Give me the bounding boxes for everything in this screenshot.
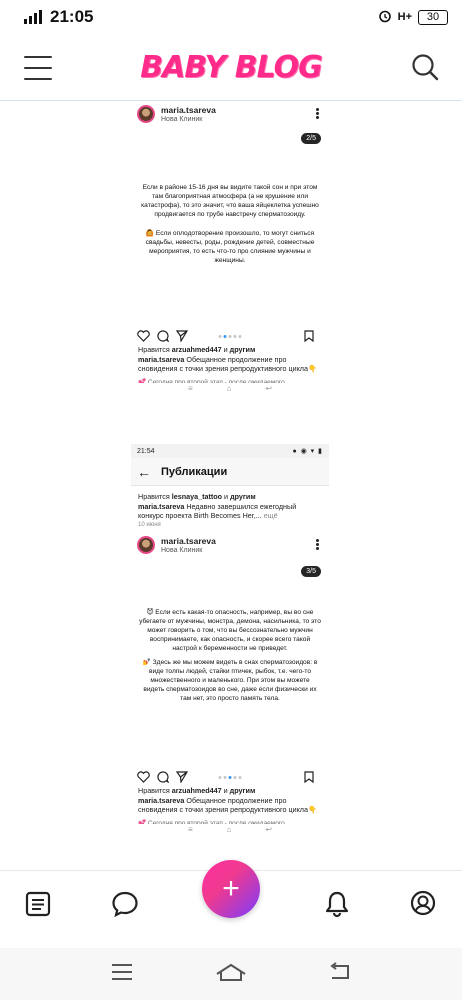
chat-button[interactable] [110,889,140,919]
more-options-icon[interactable] [316,108,319,119]
liker-username[interactable]: arzuahmed447 [172,786,222,795]
menu-lines-icon [112,963,133,980]
profile-icon [410,890,436,916]
app-logo: BABY BLOG [140,49,323,85]
embedded-screenshot-2: 21:54 ● ◉ ▾ ▮ ← Публикации Нравится lesn… [131,444,329,870]
app-header: BABY BLOG [0,34,462,100]
prev-post-date: 10 июня [138,521,161,528]
post-location[interactable]: Нова Клиник [161,546,216,555]
recent-apps-button[interactable] [110,962,134,987]
share-icon[interactable] [176,771,188,783]
post-caption: maria.tsareva Обещанное продолжение про … [138,795,317,815]
search-icon [412,54,439,81]
prev-caption-username[interactable]: maria.tsareva [138,502,184,511]
alarm-icon [378,9,392,26]
likes-others-link[interactable]: другим [230,786,256,795]
prev-post-caption: maria.tsareva Недавно завершился ежегодн… [138,501,297,521]
embedded-status-bar: 21:54 ● ◉ ▾ ▮ [131,444,329,458]
signal-icon [24,10,42,24]
post-username[interactable]: maria.tsareva [161,536,216,546]
comment-icon[interactable] [157,330,169,342]
notifications-button[interactable] [322,889,352,919]
prev-liker-username[interactable]: lesnaya_tattoo [172,492,222,501]
carousel-dots [218,775,242,779]
image-text-2: 💅 Здесь же мы можем видеть в снах сперма… [142,659,318,702]
heart-icon[interactable] [137,330,150,342]
network-type: H+ [397,11,412,23]
post-image: 2/5 Если в районе 15-16 дня вы видите та… [131,127,329,327]
bookmark-icon[interactable] [304,330,314,342]
home-button[interactable] [215,962,247,987]
image-text-2: 🙆 Если оплодотворение произошло, то могу… [145,230,315,264]
post-content[interactable]: maria.tsareva Нова Клиник 2/5 Если в рай… [0,101,462,870]
image-text-1: 😈 Если есть какая-то опасность, например… [139,609,321,652]
plus-icon: + [222,872,240,905]
embedded-status-time: 21:54 [137,447,155,455]
search-button[interactable] [410,52,440,82]
heart-icon[interactable] [137,771,150,783]
avatar[interactable] [137,105,155,123]
liker-username[interactable]: arzuahmed447 [172,345,222,354]
caption-username[interactable]: maria.tsareva [138,355,184,364]
embedded-page-title: Публикации [161,465,228,478]
post-header: maria.tsareva Нова Клиник [131,532,329,558]
bookmark-icon[interactable] [304,771,314,783]
post-likes: Нравится arzuahmed447 и другим [138,786,256,795]
status-time: 21:05 [50,7,94,26]
menu-button[interactable] [24,56,52,80]
system-navigation-bar [0,948,462,1000]
carousel-dots [218,334,242,338]
battery-icon: 30 [418,9,448,25]
bell-icon [325,891,349,918]
post-likes: Нравится arzuahmed447 и другим [138,345,256,354]
more-link[interactable]: ещё [262,511,278,520]
embedded-screenshot-1: maria.tsareva Нова Клиник 2/5 Если в рай… [131,101,329,419]
more-options-icon[interactable] [316,539,319,550]
add-post-button[interactable]: + [202,860,260,918]
post-actions [131,327,329,345]
image-text-1: Если в районе 15-16 дня вы видите такой … [141,184,319,218]
feed-icon [25,891,51,917]
back-icon [329,961,349,979]
embedded-system-nav: ≡ ⌂ ↩ [187,384,273,393]
share-icon[interactable] [176,330,188,342]
back-arrow-icon[interactable]: ← [137,464,151,480]
prev-post-likes: Нравится lesnaya_tattoo и другим [138,492,256,501]
feed-button[interactable] [23,889,53,919]
back-button[interactable] [328,961,352,987]
post-actions [131,768,329,786]
status-bar: 21:05 H+ 30 [0,0,462,34]
caption-username[interactable]: maria.tsareva [138,796,184,805]
post-header: maria.tsareva Нова Клиник [131,101,329,127]
likes-others-link[interactable]: другим [230,345,256,354]
comment-icon[interactable] [157,771,169,783]
avatar[interactable] [137,536,155,554]
post-location[interactable]: Нова Клиник [161,115,216,124]
profile-button[interactable] [408,889,438,919]
embedded-system-nav: ≡ ⌂ ↩ [187,825,273,834]
embedded-app-bar: ← Публикации [131,458,329,486]
post-caption: maria.tsareva Обещанное продолжение про … [138,354,317,374]
chat-icon [112,891,138,918]
slide-counter: 2/5 [301,133,321,144]
home-icon [216,963,246,981]
post-username[interactable]: maria.tsareva [161,105,216,115]
prev-likes-others-link[interactable]: другим [230,492,256,501]
slide-counter: 3/5 [301,566,321,577]
post-image: 3/5 😈 Если есть какая-то опасность, напр… [131,558,329,768]
